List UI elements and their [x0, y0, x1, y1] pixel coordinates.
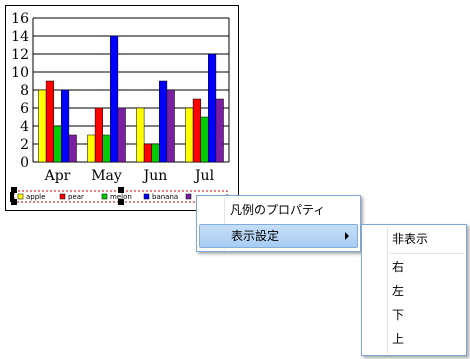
bar [166, 89, 175, 163]
bar [68, 134, 77, 163]
menu-separator [390, 253, 464, 254]
legend-label: apple [26, 193, 45, 201]
submenu-arrow-icon [345, 232, 349, 240]
y-tick-label: 0 [20, 155, 29, 171]
menu-item-label: 上 [392, 332, 405, 346]
legend-label: banana [152, 193, 178, 201]
bar [102, 134, 111, 163]
x-tick-label: May [91, 168, 122, 184]
menu-item-display-settings[interactable]: 表示設定 [199, 224, 358, 248]
menu-item-label: 下 [392, 308, 405, 322]
x-tick-label: Jul [193, 168, 215, 184]
menu-item-label: 左 [392, 284, 405, 298]
bar [215, 98, 224, 163]
y-tick-label: 10 [11, 65, 29, 81]
bar [185, 107, 194, 163]
submenu-item-top[interactable]: 上 [364, 327, 464, 351]
chart-legend[interactable]: apple pear melon banana [10, 187, 228, 205]
bar [200, 116, 209, 163]
selection-handle [118, 187, 124, 193]
selection-handle [118, 199, 124, 205]
legend-swatch [185, 193, 192, 200]
bar [136, 107, 145, 163]
context-menu: 凡例のプロパティ 表示設定 [196, 195, 361, 252]
legend-label: pear [68, 193, 84, 201]
bar [159, 80, 168, 163]
bar [117, 107, 126, 163]
bar [87, 134, 96, 163]
bar [94, 107, 103, 163]
submenu-item-bottom[interactable]: 下 [364, 303, 464, 327]
legend-swatch [143, 193, 150, 200]
chart-bars [38, 35, 224, 163]
menu-item-label: 右 [392, 260, 405, 274]
bar [61, 89, 70, 163]
menu-item-label: 非表示 [392, 232, 429, 246]
y-tick-label: 14 [11, 29, 29, 45]
bar [110, 35, 119, 163]
bar [208, 53, 217, 163]
x-tick-label: Apr [44, 168, 71, 184]
submenu-item-hide[interactable]: 非表示 [364, 227, 464, 251]
y-tick-label: 8 [20, 83, 29, 99]
menu-item-label: 凡例のプロパティ [230, 203, 326, 217]
menu-item-label: 表示設定 [231, 229, 280, 243]
y-tick-label: 6 [20, 101, 29, 117]
legend-swatch [59, 193, 66, 200]
legend-swatch [101, 193, 108, 200]
y-tick-label: 4 [20, 119, 29, 135]
y-tick-label: 2 [20, 137, 29, 153]
selection-handle [10, 192, 14, 202]
y-axis-tick-labels: 0 2 4 6 8 10 12 14 16 [11, 11, 29, 171]
bar [53, 125, 62, 163]
legend-swatch [17, 193, 24, 200]
bar [151, 143, 160, 163]
submenu-item-right[interactable]: 右 [364, 255, 464, 279]
submenu-item-left[interactable]: 左 [364, 279, 464, 303]
bar [143, 143, 152, 163]
bar [45, 80, 54, 163]
display-settings-submenu: 非表示 右 左 下 上 [361, 224, 467, 356]
y-tick-label: 16 [11, 11, 29, 27]
bar [192, 98, 201, 163]
bar [38, 89, 47, 163]
menu-item-legend-properties[interactable]: 凡例のプロパティ [199, 198, 358, 222]
x-tick-label: Jun [142, 168, 168, 184]
y-tick-label: 12 [11, 47, 29, 63]
x-axis-tick-labels: Apr May Jun Jul [44, 168, 215, 184]
